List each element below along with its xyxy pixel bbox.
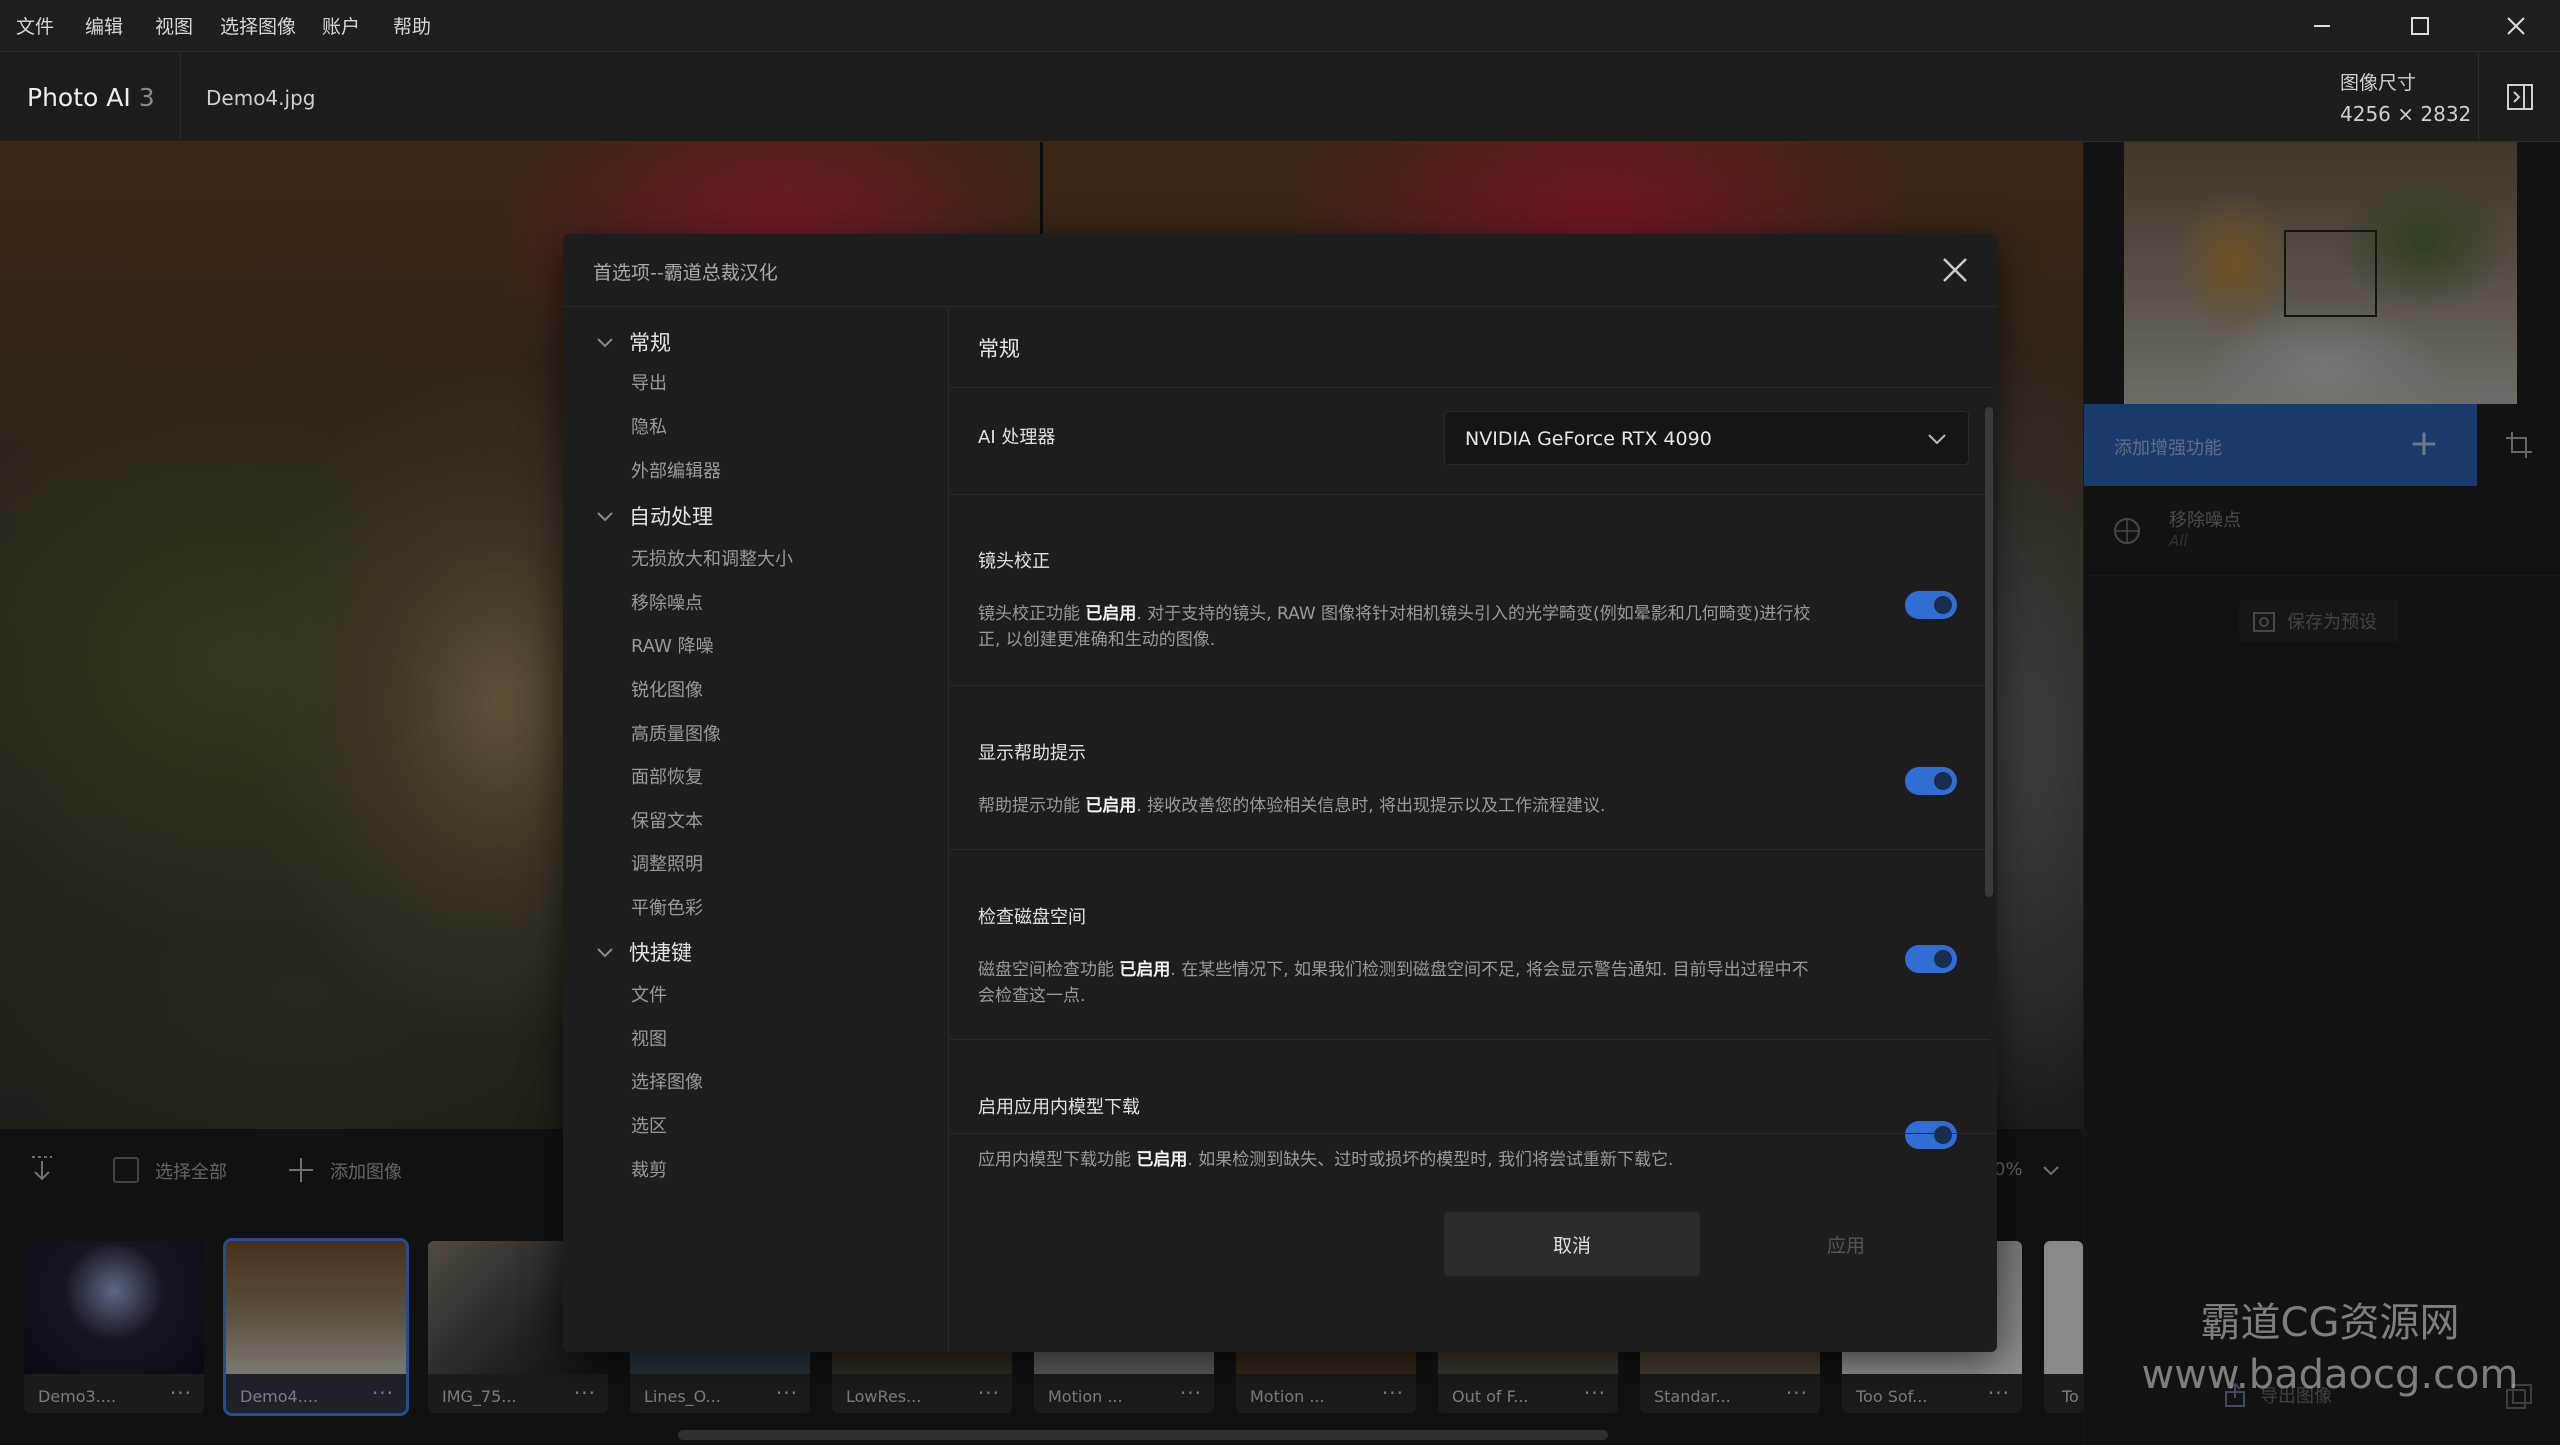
close-window-button[interactable] — [2486, 8, 2546, 44]
sidebar-item-balance-color[interactable]: 平衡色彩 — [631, 894, 703, 920]
minimize-button[interactable] — [2292, 8, 2352, 44]
minimize-icon — [2314, 25, 2330, 27]
sidebar-item-shortcut-selection[interactable]: 选区 — [631, 1112, 667, 1138]
menu-view[interactable]: 视图 — [155, 12, 193, 39]
content-title: 常规 — [978, 337, 1020, 361]
ai-processor-select[interactable]: NVIDIA GeForce RTX 4090 — [1444, 411, 1969, 465]
file-tab[interactable]: Demo4.jpg — [206, 86, 315, 110]
modal-backdrop-right[interactable] — [2083, 142, 2560, 1445]
watermark-line1: 霸道CG资源网 — [2200, 1300, 2460, 1346]
section-label: 常规 — [629, 331, 671, 355]
menu-account[interactable]: 账户 — [322, 12, 360, 39]
ai-processor-value: NVIDIA GeForce RTX 4090 — [1465, 428, 1712, 450]
sidebar-item-shortcut-select[interactable]: 选择图像 — [631, 1068, 703, 1094]
section-auto-process[interactable]: 自动处理 — [595, 501, 713, 531]
sidebar-item-sharpen[interactable]: 锐化图像 — [631, 676, 703, 702]
preferences-sidebar: 常规 导出 隐私 外部编辑器 自动处理 无损放大和调整大小 移除噪点 RAW 降… — [563, 307, 949, 1352]
chevron-down-icon — [597, 512, 613, 522]
apply-button[interactable]: 应用 — [1718, 1212, 1974, 1276]
option-description: 镜头校正功能 已启用. 对于支持的镜头, RAW 图像将针对相机镜头引入的光学畸… — [978, 604, 1811, 650]
image-size-label: 图像尺寸 — [2340, 72, 2417, 94]
sidebar-item-shortcut-file[interactable]: 文件 — [631, 981, 667, 1007]
section-label: 自动处理 — [629, 505, 713, 529]
menu-bar: 文件 编辑 视图 选择图像 账户 帮助 — [0, 0, 2560, 52]
preferences-content: 常规 AI 处理器 NVIDIA GeForce RTX 4090 镜头校正 镜… — [950, 307, 1997, 1352]
header-divider — [180, 52, 181, 142]
sidebar-item-export[interactable]: 导出 — [631, 369, 667, 395]
divider — [950, 685, 1990, 686]
app-title: Photo AI 3 — [27, 83, 155, 112]
sidebar-item-shortcut-crop[interactable]: 裁剪 — [631, 1156, 667, 1182]
option-description: 应用内模型下载功能 已启用. 如果检测到缺失、过时或损坏的模型时, 我们将尝试重… — [978, 1150, 1674, 1167]
chevron-down-icon — [597, 338, 613, 348]
lens-correction-toggle[interactable] — [1905, 591, 1957, 619]
cancel-button[interactable]: 取消 — [1444, 1212, 1700, 1276]
option-description: 帮助提示功能 已启用. 接收改善您的体验相关信息时, 将出现提示以及工作流程建议… — [978, 796, 1606, 816]
model-download-toggle[interactable] — [1905, 1121, 1957, 1149]
disk-space-toggle[interactable] — [1905, 945, 1957, 973]
chevron-down-icon — [597, 948, 613, 958]
sidebar-item-face-recovery[interactable]: 面部恢复 — [631, 763, 703, 789]
divider — [950, 1039, 1990, 1040]
divider — [950, 387, 1990, 388]
watermark-line2: www.badaocg.com — [2141, 1352, 2519, 1398]
section-shortcuts[interactable]: 快捷键 — [595, 937, 692, 967]
menu-edit[interactable]: 编辑 — [85, 12, 123, 39]
option-title: 检查磁盘空间 — [978, 907, 1086, 928]
sidebar-item-shortcut-view[interactable]: 视图 — [631, 1025, 667, 1051]
help-tips-toggle[interactable] — [1905, 767, 1957, 795]
sidebar-item-adjust-lighting[interactable]: 调整照明 — [631, 850, 703, 876]
image-size-value: 4256 × 2832 — [2340, 102, 2472, 126]
close-icon — [1943, 258, 1967, 282]
sidebar-item-raw-denoise[interactable]: RAW 降噪 — [631, 632, 714, 658]
section-label: 快捷键 — [629, 941, 692, 965]
close-icon — [2507, 17, 2525, 35]
chevron-down-icon — [1928, 434, 1946, 445]
divider — [950, 494, 1990, 495]
dialog-close-button[interactable] — [1935, 250, 1975, 290]
section-general[interactable]: 常规 — [595, 327, 671, 357]
sidebar-item-upscale[interactable]: 无损放大和调整大小 — [631, 545, 793, 571]
dialog-title: 首选项--霸道总裁汉化 — [593, 262, 778, 284]
menu-select-image[interactable]: 选择图像 — [220, 12, 296, 39]
sidebar-item-preserve-text[interactable]: 保留文本 — [631, 807, 703, 833]
app-header: Photo AI 3 Demo4.jpg 图像尺寸 4256 × 2832 — [0, 52, 2560, 142]
option-title: 显示帮助提示 — [978, 743, 1086, 764]
option-title: 镜头校正 — [978, 551, 1050, 572]
option-description: 磁盘空间检查功能 已启用. 在某些情况下, 如果我们检测到磁盘空间不足, 将会显… — [978, 960, 1809, 1006]
sidebar-item-denoise[interactable]: 移除噪点 — [631, 589, 703, 615]
sidebar-item-privacy[interactable]: 隐私 — [631, 413, 667, 439]
app-name: Photo AI — [27, 83, 131, 112]
watermark: 霸道CG资源网 www.badaocg.com — [2120, 1290, 2540, 1398]
maximize-icon — [2411, 17, 2429, 35]
content-scrollbar[interactable] — [1985, 407, 1993, 897]
menu-file[interactable]: 文件 — [16, 12, 54, 39]
maximize-button[interactable] — [2390, 8, 2450, 44]
app-version: 3 — [138, 83, 155, 112]
option-title: 启用应用内模型下载 — [978, 1097, 1140, 1118]
sidebar-item-external-editor[interactable]: 外部编辑器 — [631, 457, 721, 483]
menu-help[interactable]: 帮助 — [393, 12, 431, 39]
panel-toggle-button[interactable] — [2478, 52, 2560, 142]
ai-processor-label: AI 处理器 — [978, 427, 1056, 448]
divider — [950, 849, 1990, 850]
footer-divider — [950, 1133, 1997, 1134]
sidebar-item-high-quality[interactable]: 高质量图像 — [631, 720, 721, 746]
preferences-dialog: 首选项--霸道总裁汉化 常规 导出 隐私 外部编辑器 自动处理 无损放大和调整大… — [563, 234, 1997, 1352]
panel-toggle-icon — [2506, 84, 2533, 110]
